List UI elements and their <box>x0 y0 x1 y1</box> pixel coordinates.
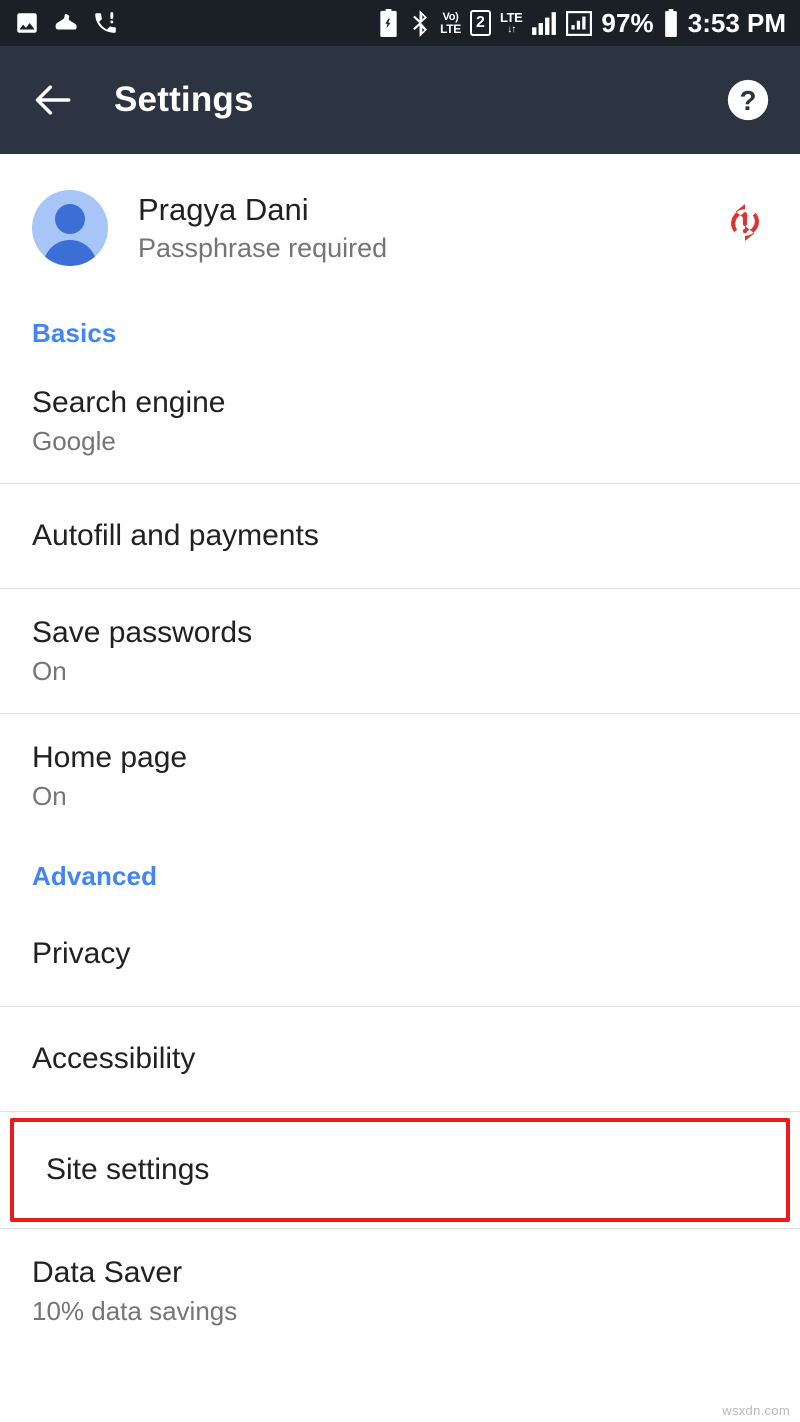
list-item-search-engine[interactable]: Search engine Google <box>0 359 800 484</box>
signal-secondary-icon <box>566 10 593 36</box>
clock-label: 3:53 PM <box>687 8 786 38</box>
list-item-title: Privacy <box>32 936 131 970</box>
avatar-body-shape <box>43 240 97 266</box>
list-item-subtitle: Google <box>32 426 116 456</box>
highlight-annotation-site-settings: Site settings <box>0 1112 800 1228</box>
bluetooth-icon <box>409 9 431 37</box>
app-toolbar: Settings ? <box>0 46 800 154</box>
shoe-tracking-icon <box>53 10 79 36</box>
list-item-title: Data Saver <box>32 1255 183 1289</box>
image-icon <box>14 10 40 36</box>
battery-saver-icon <box>377 9 400 37</box>
list-item-title: Search engine <box>32 386 226 419</box>
list-item-subtitle: On <box>32 781 67 812</box>
volte-top-label: Vo) <box>442 10 459 23</box>
status-bar: Vo) LTE 2 LTE ↓↑ 97% 3:53 PM <box>0 0 800 46</box>
list-item-title: Site settings <box>46 1152 210 1186</box>
list-item-title: Accessibility <box>32 1041 196 1075</box>
list-item-title: Save passwords <box>32 616 253 650</box>
data-arrows-label: ↓↑ <box>507 24 516 35</box>
watermark: wsxdn.com <box>722 1403 790 1418</box>
list-item-accessibility[interactable]: Accessibility <box>0 1006 800 1111</box>
status-bar-right-icons: Vo) LTE 2 LTE ↓↑ 97% 3:53 PM <box>377 9 786 37</box>
settings-list: Basics Search engine Google Autofill and pa… <box>0 296 800 1353</box>
account-row[interactable]: Pragya Dani Passphrase required <box>0 154 800 296</box>
section-header-basics: Basics <box>32 318 117 348</box>
sim-number-label: 2 <box>476 14 485 31</box>
sync-error-icon[interactable] <box>722 200 768 251</box>
account-status: Passphrase required <box>138 232 388 263</box>
svg-text:?: ? <box>740 85 757 116</box>
list-item-autofill-and-payments[interactable]: Autofill and payments <box>0 484 800 589</box>
volte-icon: Vo) LTE <box>440 10 461 36</box>
lte-label: LTE <box>500 10 523 25</box>
help-button[interactable]: ? <box>724 76 772 124</box>
phone-screen: Vo) LTE 2 LTE ↓↑ 97% 3:53 PM Settings ? … <box>0 0 800 1422</box>
battery-icon <box>663 9 679 37</box>
account-text-block: Pragya Dani Passphrase required <box>138 192 387 264</box>
list-item-title: Home page <box>32 741 188 775</box>
avatar <box>32 190 108 266</box>
section-header-advanced: Advanced <box>32 860 158 891</box>
avatar-head-shape <box>55 204 85 234</box>
battery-percent-label: 97% <box>601 8 654 38</box>
list-item-save-passwords[interactable]: Save passwords On <box>0 589 800 714</box>
list-item-home-page[interactable]: Home page On <box>0 714 800 839</box>
page-title: Settings <box>114 80 254 119</box>
account-name: Pragya Dani <box>138 192 309 228</box>
list-item-title: Autofill and payments <box>32 519 319 553</box>
list-item-site-settings[interactable]: Site settings <box>10 1117 790 1222</box>
missed-call-icon <box>92 10 118 36</box>
list-item-privacy[interactable]: Privacy <box>0 901 800 1006</box>
sim-2-icon: 2 <box>470 10 491 36</box>
signal-bars-icon <box>531 11 557 35</box>
volte-bottom-label: LTE <box>440 21 461 36</box>
list-item-subtitle: On <box>32 656 67 687</box>
list-item-data-saver[interactable]: Data Saver 10% data savings <box>0 1228 800 1353</box>
status-bar-left-icons <box>14 10 118 36</box>
list-item-subtitle: 10% data savings <box>32 1295 238 1326</box>
back-button[interactable] <box>26 72 82 128</box>
lte-data-icon: LTE ↓↑ <box>500 10 523 35</box>
